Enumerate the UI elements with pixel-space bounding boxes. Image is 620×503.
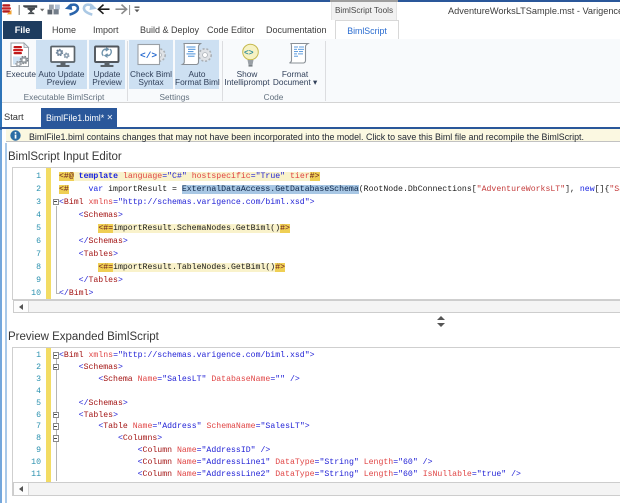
svg-text:<>: <>: [244, 49, 254, 58]
svg-text:</>: </>: [140, 50, 157, 61]
